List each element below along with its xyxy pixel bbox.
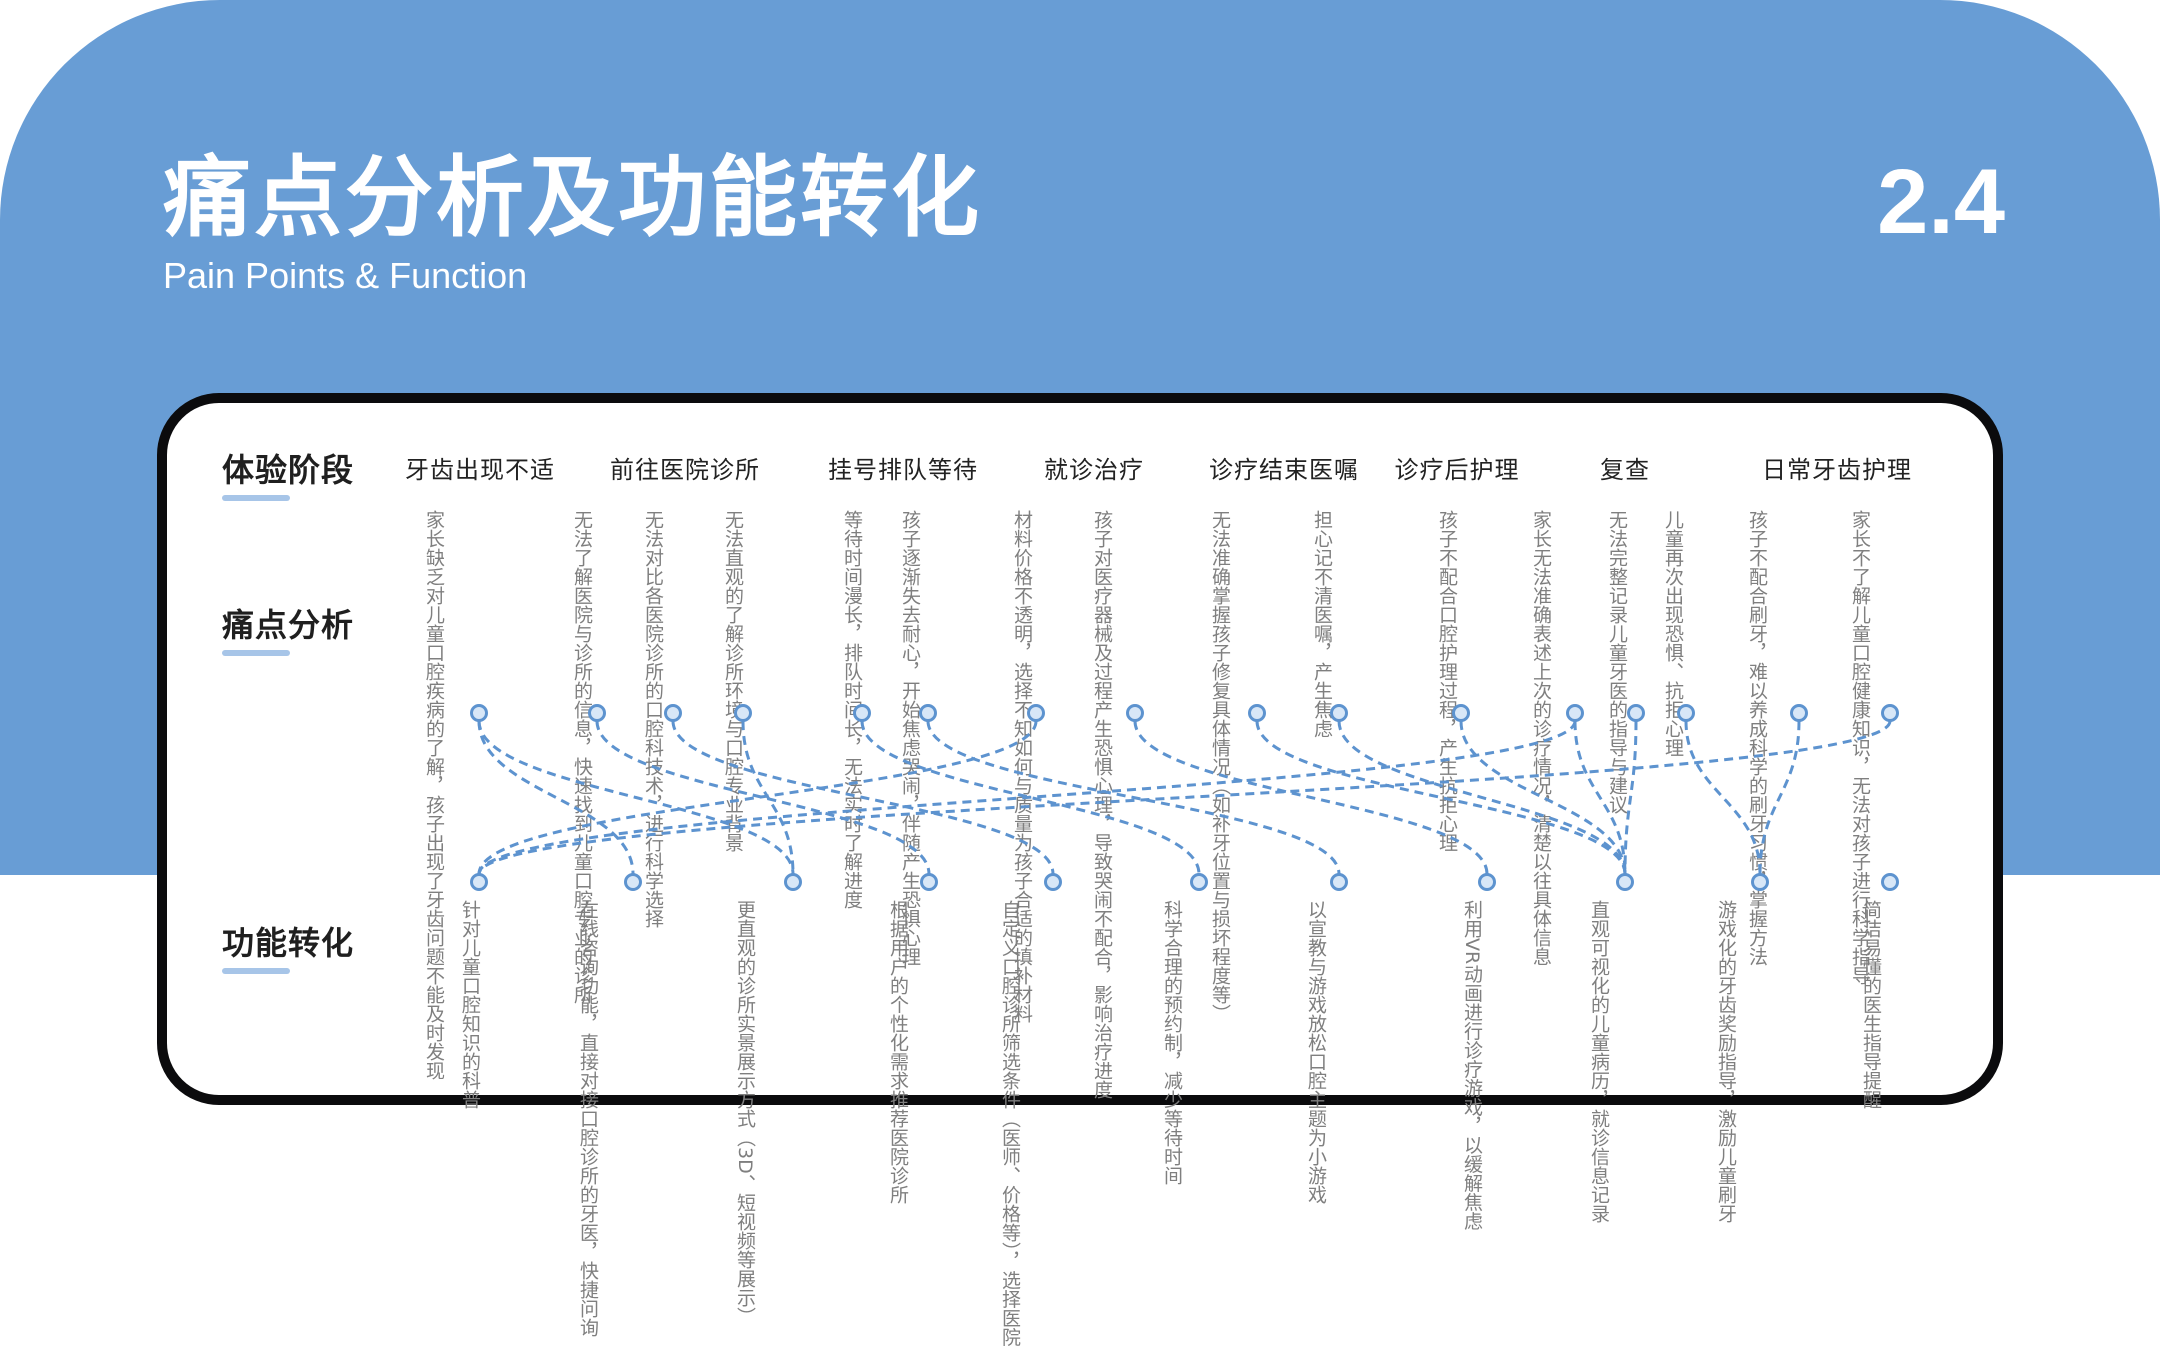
function-node [1044, 873, 1062, 891]
pain-point-node [1330, 704, 1348, 722]
pain-point-node [919, 704, 937, 722]
pain-point-node [1627, 704, 1645, 722]
function-node [920, 873, 938, 891]
pain-point-node [664, 704, 682, 722]
pain-point-node [853, 704, 871, 722]
connector-line [1684, 720, 1762, 875]
function-node [1190, 873, 1208, 891]
connector-line [926, 720, 1341, 875]
function-node [1881, 873, 1899, 891]
connector-line [1623, 720, 1638, 875]
pain-point-node [470, 704, 488, 722]
pain-point-node [1566, 704, 1584, 722]
pain-point-node [588, 704, 606, 722]
connector-line [477, 720, 1577, 875]
function-node [624, 873, 642, 891]
connector-line [477, 720, 1892, 875]
pain-point-node [1881, 704, 1899, 722]
connector-line [1758, 720, 1801, 875]
function-node [1751, 873, 1769, 891]
function-node [1330, 873, 1348, 891]
connector-line [1337, 720, 1627, 875]
pain-point-node [1677, 704, 1695, 722]
function-node [784, 873, 802, 891]
connection-diagram [470, 704, 1899, 891]
pain-point-node [734, 704, 752, 722]
pain-point-node [1126, 704, 1144, 722]
pain-point-node [1027, 704, 1045, 722]
function-node [470, 873, 488, 891]
function-node [1478, 873, 1496, 891]
pain-point-node [1248, 704, 1266, 722]
function-node [1616, 873, 1634, 891]
pain-point-node [1452, 704, 1470, 722]
connector-line [671, 720, 1055, 875]
pain-point-node [1790, 704, 1808, 722]
